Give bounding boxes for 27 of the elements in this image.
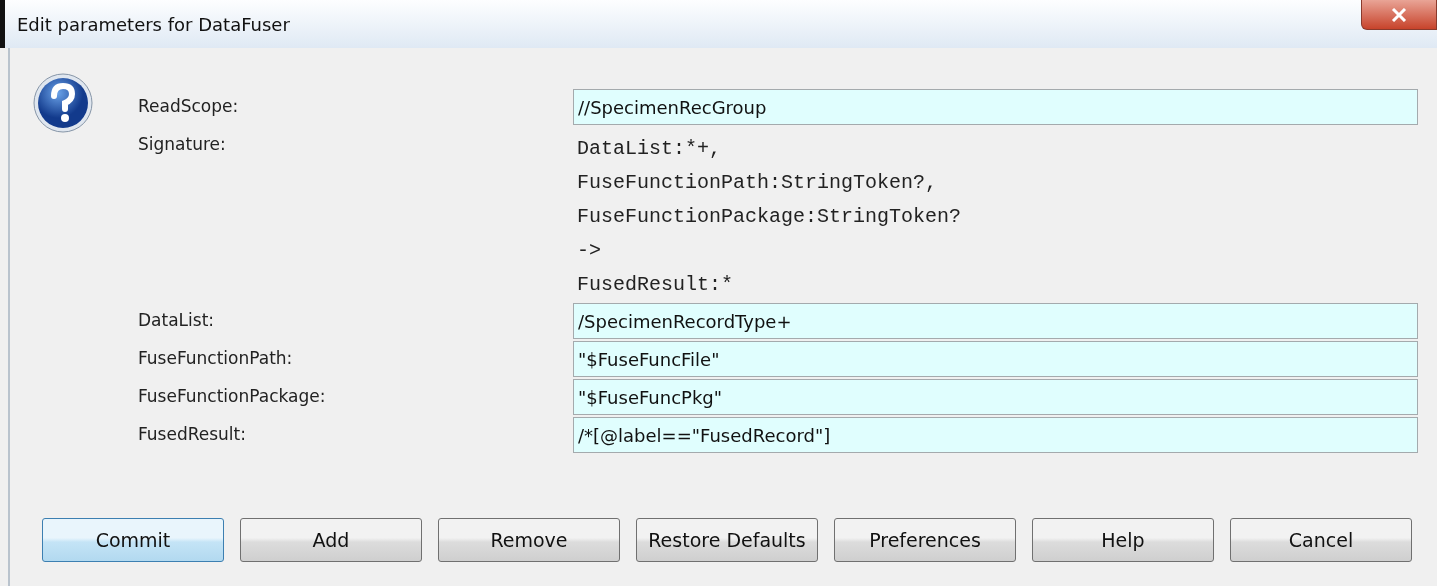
- dialog-button[interactable]: Help: [1032, 518, 1214, 562]
- text-field[interactable]: "$FuseFuncFile": [573, 341, 1418, 377]
- field-label: ReadScope:: [138, 95, 240, 118]
- signature-line: FuseFunctionPackage:StringToken?: [576, 204, 962, 230]
- field-label: FuseFunctionPackage:: [138, 385, 327, 408]
- text-field[interactable]: "$FuseFuncPkg": [573, 379, 1418, 415]
- field-label: DataList:: [138, 309, 216, 332]
- field-label: FuseFunctionPath:: [138, 347, 294, 370]
- dialog-button[interactable]: Cancel: [1230, 518, 1412, 562]
- signature-line: FusedResult:*: [576, 272, 735, 298]
- dialog-button[interactable]: Commit: [42, 518, 224, 562]
- dialog-button[interactable]: Remove: [438, 518, 620, 562]
- signature-line: FuseFunctionPath:StringToken?,: [576, 170, 939, 196]
- window-title: Edit parameters for DataFuser: [17, 12, 290, 37]
- dialog-button[interactable]: Restore Defaults: [636, 518, 818, 562]
- close-icon: [1389, 8, 1409, 22]
- text-field[interactable]: //SpecimenRecGroup: [573, 89, 1418, 125]
- question-icon: [32, 72, 94, 134]
- text-field[interactable]: /*[@label=="FusedRecord"]: [573, 417, 1418, 453]
- close-button[interactable]: [1361, 0, 1437, 30]
- signature-line: ->: [576, 238, 602, 264]
- signature-line: DataList:*+,: [576, 136, 723, 162]
- field-label: FusedResult:: [138, 423, 247, 446]
- text-field[interactable]: /SpecimenRecordType+: [573, 303, 1418, 339]
- field-label: Signature:: [138, 133, 227, 156]
- dialog-button[interactable]: Add: [240, 518, 422, 562]
- dialog-button[interactable]: Preferences: [834, 518, 1016, 562]
